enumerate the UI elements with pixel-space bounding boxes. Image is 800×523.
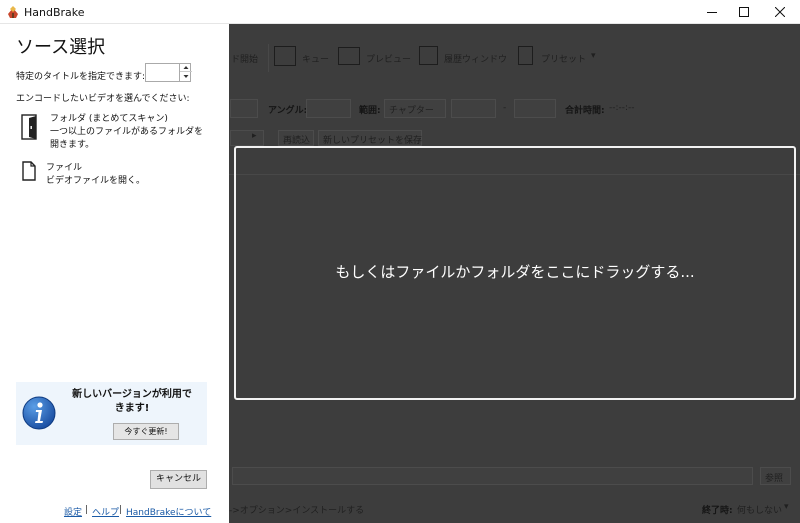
update-notice-text: 新しいバージョンが利用で きます! [62, 388, 202, 416]
browse-label: 参照 [765, 474, 784, 484]
update-notice: 新しいバージョンが利用で きます! 今すぐ更新! [16, 382, 207, 445]
reload-button[interactable]: 再読込 [278, 130, 314, 146]
toolbar-separator [268, 44, 269, 72]
maximize-icon [739, 7, 749, 17]
info-icon [22, 396, 56, 430]
window-title: HandBrake [24, 6, 85, 19]
drop-zone-text: もしくはファイルかフォルダをここにドラッグする... [335, 263, 695, 281]
range-separator: - [503, 103, 507, 113]
range-mode-dropdown[interactable]: チャプター [384, 99, 446, 118]
title-dropdown[interactable] [230, 99, 258, 118]
activity-window-button[interactable]: 履歴ウィンドウ [444, 52, 507, 65]
preview-button[interactable]: プレビュー [366, 52, 411, 65]
drop-zone[interactable]: もしくはファイルかフォルダをここにドラッグする... [234, 146, 796, 400]
duration-label: 合計時間: [565, 106, 605, 116]
open-file-option[interactable]: ファイル ビデオファイルを開く。 [16, 158, 211, 188]
chevron-right-icon: ▸ [252, 131, 257, 141]
queue-icon [274, 46, 296, 66]
file-option-description: ビデオファイルを開く。 [46, 176, 146, 186]
title-spec-label: 特定のタイトルを指定できます: [16, 72, 146, 82]
folder-option-title: フォルダ (まとめてスキャン) [50, 114, 168, 124]
maximize-button[interactable] [728, 0, 760, 24]
range-end-dropdown[interactable] [514, 99, 556, 118]
stepper-down-button[interactable] [180, 72, 192, 81]
range-label: 範囲: [359, 106, 381, 116]
when-done-chevron-icon: ▾ [784, 502, 789, 512]
start-encode-label[interactable]: ド開始 [231, 52, 258, 65]
minimize-icon [707, 12, 717, 13]
folder-option-description: 一つ以上のファイルがあるフォルダを [50, 127, 204, 137]
status-text: ->オプション>インストールする [229, 506, 365, 516]
chevron-down-icon: ▾ [591, 51, 596, 61]
angle-dropdown[interactable] [306, 99, 351, 118]
preview-icon [338, 47, 360, 65]
preset-selector[interactable] [230, 130, 264, 146]
chevron-down-icon [183, 75, 189, 78]
link-separator: | [85, 505, 89, 515]
queue-button[interactable]: キュー [302, 52, 329, 65]
title-bar: HandBrake [0, 0, 800, 24]
file-option-title: ファイル [46, 163, 83, 173]
activity-log-icon [419, 46, 438, 65]
panel-title: ソース選択 [16, 37, 106, 58]
choose-video-label: エンコードしたいビデオを選んでください: [16, 94, 190, 104]
update-notice-line1: 新しいバージョンが利用で [72, 389, 192, 400]
stepper-buttons [179, 63, 192, 82]
file-icon [22, 161, 36, 181]
close-button[interactable] [764, 0, 796, 24]
stepper-up-button[interactable] [180, 63, 192, 72]
link-separator: | [119, 505, 123, 515]
settings-link[interactable]: 設定 [64, 505, 82, 518]
title-number-stepper[interactable] [145, 63, 192, 82]
minimize-button[interactable] [696, 0, 728, 24]
angle-label: アングル: [268, 106, 308, 116]
presets-button[interactable]: プリセット [541, 52, 586, 65]
about-handbrake-link[interactable]: HandBrakeについて [126, 505, 211, 518]
range-mode-value: チャプター [389, 106, 434, 116]
folder-icon [21, 114, 37, 140]
reload-label: 再読込 [283, 136, 311, 146]
cancel-button[interactable]: キャンセル [150, 470, 207, 489]
browse-button[interactable]: 参照 [760, 467, 791, 485]
chevron-up-icon [183, 66, 189, 69]
presets-icon [518, 46, 533, 65]
handbrake-logo-icon [8, 6, 18, 18]
range-start-dropdown[interactable] [451, 99, 496, 118]
update-now-button[interactable]: 今すぐ更新! [113, 423, 179, 440]
folder-option-description-2: 開きます。 [50, 140, 95, 150]
help-link[interactable]: ヘルプ [92, 505, 119, 518]
source-selection-panel: ソース選択 特定のタイトルを指定できます: エンコードしたいビデオを選んでくださ… [0, 24, 229, 523]
close-icon [775, 7, 785, 17]
update-notice-line2: きます! [114, 403, 150, 414]
duration-value: --:--:-- [609, 103, 635, 113]
when-done-label: 終了時: [702, 506, 733, 516]
destination-input[interactable] [232, 467, 753, 485]
save-new-preset-button[interactable]: 新しいプリセットを保存 [318, 130, 422, 146]
save-new-preset-label: 新しいプリセットを保存 [323, 136, 423, 146]
when-done-value[interactable]: 何もしない [737, 503, 782, 516]
folder-batch-scan-option[interactable]: フォルダ (まとめてスキャン) 一つ以上のファイルがあるフォルダを 開きます。 [16, 110, 211, 150]
